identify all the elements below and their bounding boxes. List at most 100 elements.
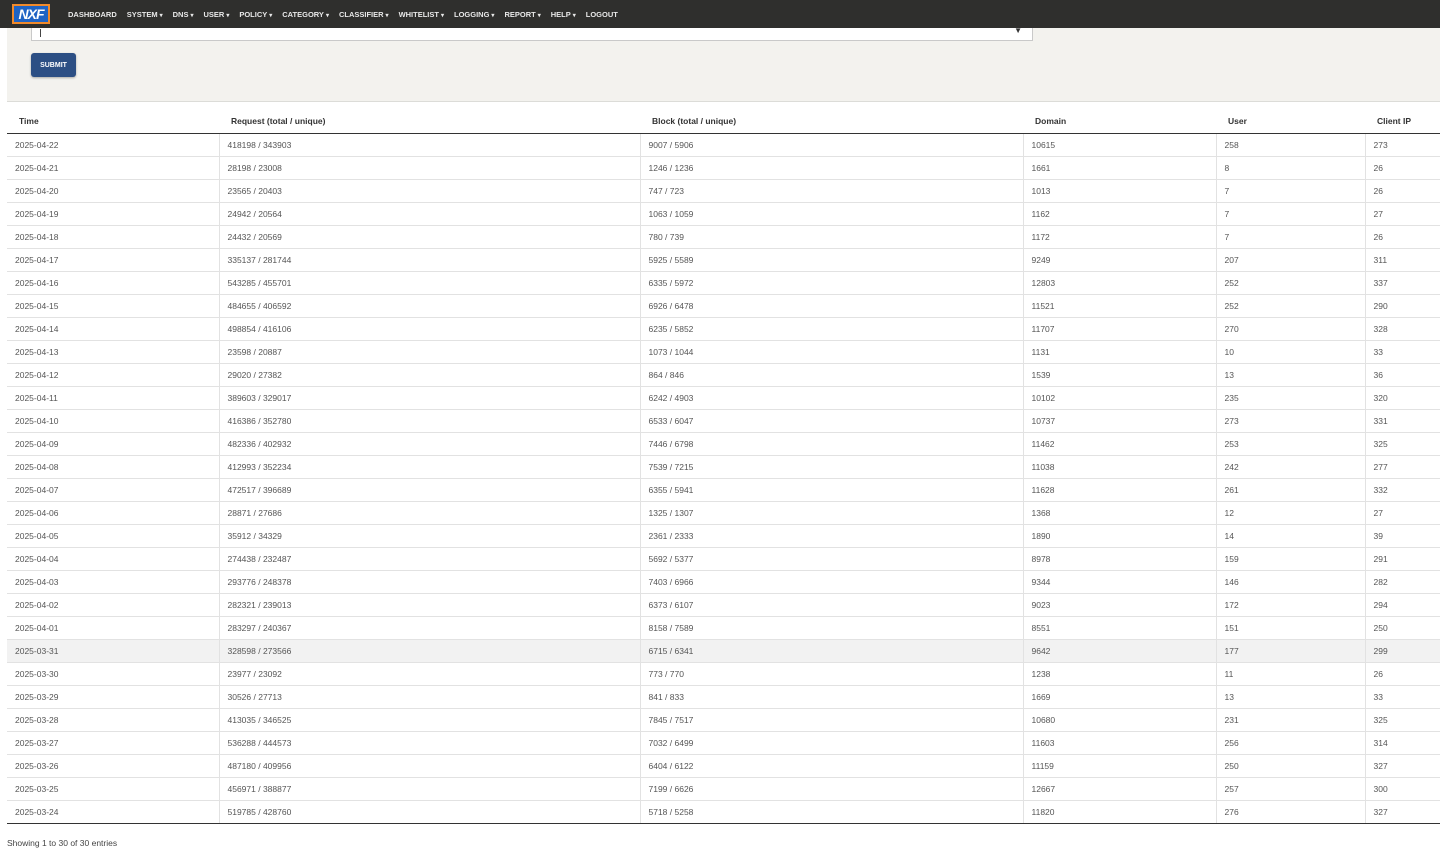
submit-button[interactable]: SUBMIT	[31, 53, 76, 77]
table-cell: 1539	[1023, 363, 1217, 387]
table-row[interactable]: 2025-04-16 543285 / 455701 6335 / 5972 1280…	[7, 271, 1440, 295]
nav-item-dashboard[interactable]: DASHBOARD	[68, 10, 117, 19]
nav-item-help[interactable]: HELP ▾	[551, 10, 576, 19]
table-row[interactable]: 2025-04-17 335137 / 281744 5925 / 5589 9249…	[7, 248, 1440, 272]
nav-item-logging[interactable]: LOGGING ▾	[454, 10, 494, 19]
table-cell: 39	[1365, 524, 1440, 548]
table-cell: 864 / 846	[640, 363, 1024, 387]
table-cell: 325	[1365, 432, 1440, 456]
table-cell: 6335 / 5972	[640, 271, 1024, 295]
column-header[interactable]: Time	[7, 108, 219, 134]
table-cell: 290	[1365, 294, 1440, 318]
table-cell: 6926 / 6478	[640, 294, 1024, 318]
table-cell: 2025-03-24	[7, 800, 220, 824]
table-cell: 328598 / 273566	[219, 639, 641, 663]
table-cell: 276	[1216, 800, 1366, 824]
table-cell: 487180 / 409956	[219, 754, 641, 778]
table-row[interactable]: 2025-04-05 35912 / 34329 2361 / 2333 1890 14…	[7, 524, 1440, 548]
nav-item-whitelist[interactable]: WHITELIST ▾	[399, 10, 444, 19]
dropdown-arrow-icon[interactable]: ▼	[1014, 26, 1022, 35]
table-row[interactable]: 2025-03-25 456971 / 388877 7199 / 6626 1266…	[7, 777, 1440, 801]
table-cell: 519785 / 428760	[219, 800, 641, 824]
table-cell: 9249	[1023, 248, 1217, 272]
table-row[interactable]: 2025-03-30 23977 / 23092 773 / 770 1238 11 26	[7, 662, 1440, 686]
nav-item-classifier[interactable]: CLASSIFIER ▾	[339, 10, 389, 19]
column-header[interactable]: Request (total / unique)	[219, 108, 640, 134]
table-cell: 23598 / 20887	[219, 340, 641, 364]
table-row[interactable]: 2025-04-21 28198 / 23008 1246 / 1236 1661 8 2…	[7, 156, 1440, 180]
table-cell: 2025-03-29	[7, 685, 220, 709]
table-cell: 2025-04-01	[7, 616, 220, 640]
table-row[interactable]: 2025-04-14 498854 / 416106 6235 / 5852 1170…	[7, 317, 1440, 341]
table-row[interactable]: 2025-04-18 24432 / 20569 780 / 739 1172 7 26	[7, 225, 1440, 249]
table-cell: 27	[1365, 202, 1440, 226]
table-row[interactable]: 2025-04-19 24942 / 20564 1063 / 1059 1162 7 2…	[7, 202, 1440, 226]
nav-item-user[interactable]: USER ▾	[203, 10, 229, 19]
table-cell: 283297 / 240367	[219, 616, 641, 640]
table-cell: 456971 / 388877	[219, 777, 641, 801]
table-info: Showing 1 to 30 of 30 entries	[7, 838, 118, 848]
nav-item-policy[interactable]: POLICY ▾	[239, 10, 272, 19]
table-row[interactable]: 2025-04-02 282321 / 239013 6373 / 6107 9023…	[7, 593, 1440, 617]
table-cell: 23977 / 23092	[219, 662, 641, 686]
table-cell: 2025-03-27	[7, 731, 220, 755]
table-row[interactable]: 2025-04-09 482336 / 402932 7446 / 6798 1146…	[7, 432, 1440, 456]
table-cell: 250	[1216, 754, 1366, 778]
table-cell: 300	[1365, 777, 1440, 801]
table-cell: 841 / 833	[640, 685, 1024, 709]
table-row[interactable]: 2025-03-26 487180 / 409956 6404 / 6122 1115…	[7, 754, 1440, 778]
top-navbar: NXF DASHBOARD SYSTEM ▾ DNS ▾ USER ▾ POLICY ▾ CATE…	[0, 0, 1440, 28]
table-cell: 29020 / 27382	[219, 363, 641, 387]
table-row[interactable]: 2025-04-12 29020 / 27382 864 / 846 1539 13 36	[7, 363, 1440, 387]
table-row[interactable]: 2025-04-01 283297 / 240367 8158 / 7589 8551…	[7, 616, 1440, 640]
table-cell: 325	[1365, 708, 1440, 732]
table-cell: 335137 / 281744	[219, 248, 641, 272]
table-cell: 11628	[1023, 478, 1217, 502]
table-cell: 13	[1216, 685, 1366, 709]
nxf-logo[interactable]: NXF	[12, 4, 50, 24]
table-row[interactable]: 2025-04-20 23565 / 20403 747 / 723 1013 7 26	[7, 179, 1440, 203]
table-cell: 2025-04-10	[7, 409, 220, 433]
table-cell: 293776 / 248378	[219, 570, 641, 594]
table-cell: 1890	[1023, 524, 1217, 548]
nav-item-report[interactable]: REPORT ▾	[504, 10, 540, 19]
nav-item-logout[interactable]: LOGOUT	[586, 10, 618, 19]
table-row[interactable]: 2025-04-04 274438 / 232487 5692 / 5377 8978…	[7, 547, 1440, 571]
table-cell: 177	[1216, 639, 1366, 663]
column-header[interactable]: Client IP	[1365, 108, 1440, 134]
table-cell: 27	[1365, 501, 1440, 525]
nav-item-category[interactable]: CATEGORY ▾	[282, 10, 329, 19]
table-cell: 8	[1216, 156, 1366, 180]
date-range-select[interactable]: ▼	[31, 26, 1033, 41]
table-row[interactable]: 2025-04-15 484655 / 406592 6926 / 6478 1152…	[7, 294, 1440, 318]
nav-item-system[interactable]: SYSTEM ▾	[127, 10, 163, 19]
table-cell: 1063 / 1059	[640, 202, 1024, 226]
table-row[interactable]: 2025-03-27 536288 / 444573 7032 / 6499 1160…	[7, 731, 1440, 755]
table-row[interactable]: 2025-04-06 28871 / 27686 1325 / 1307 1368 12…	[7, 501, 1440, 525]
table-row[interactable]: 2025-03-28 413035 / 346525 7845 / 7517 1068…	[7, 708, 1440, 732]
table-cell: 389603 / 329017	[219, 386, 641, 410]
table-row[interactable]: 2025-04-03 293776 / 248378 7403 / 6966 9344…	[7, 570, 1440, 594]
nav-item-label: USER	[203, 9, 225, 19]
table-cell: 146	[1216, 570, 1366, 594]
table-row[interactable]: 2025-04-11 389603 / 329017 6242 / 4903 1010…	[7, 386, 1440, 410]
column-header[interactable]: Block (total / unique)	[640, 108, 1023, 134]
table-row[interactable]: 2025-04-10 416386 / 352780 6533 / 6047 1073…	[7, 409, 1440, 433]
table-cell: 10737	[1023, 409, 1217, 433]
table-cell: 282	[1365, 570, 1440, 594]
table-row[interactable]: 2025-04-13 23598 / 20887 1073 / 1044 1131 10…	[7, 340, 1440, 364]
column-header[interactable]: Domain	[1023, 108, 1216, 134]
nav-item-label: WHITELIST	[398, 9, 439, 19]
table-cell: 277	[1365, 455, 1440, 479]
table-row[interactable]: 2025-03-29 30526 / 27713 841 / 833 1669 13 33	[7, 685, 1440, 709]
table-row[interactable]: 2025-03-31 328598 / 273566 6715 / 6341 9642…	[7, 639, 1440, 663]
column-header[interactable]: User	[1216, 108, 1365, 134]
table-cell: 8158 / 7589	[640, 616, 1024, 640]
table-cell: 9344	[1023, 570, 1217, 594]
table-row[interactable]: 2025-03-24 519785 / 428760 5718 / 5258 1182…	[7, 800, 1440, 824]
table-cell: 332	[1365, 478, 1440, 502]
table-row[interactable]: 2025-04-22 418198 / 343903 9007 / 5906 1061…	[7, 133, 1440, 157]
table-row[interactable]: 2025-04-07 472517 / 396689 6355 / 5941 1162…	[7, 478, 1440, 502]
nav-item-dns[interactable]: DNS ▾	[173, 10, 194, 19]
table-row[interactable]: 2025-04-08 412993 / 352234 7539 / 7215 1103…	[7, 455, 1440, 479]
